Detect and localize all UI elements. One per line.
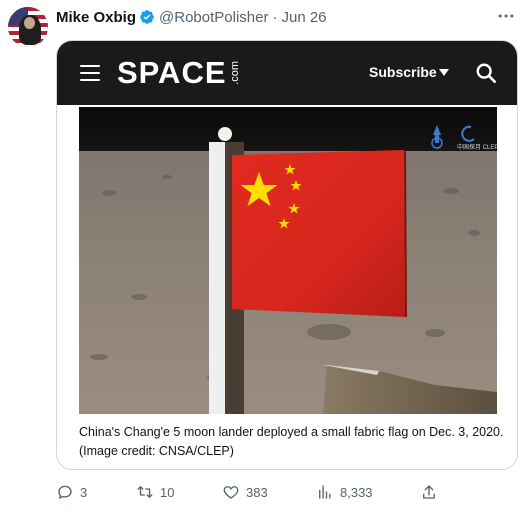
moon-flag-illustration: 中国探月 CLEP <box>79 107 497 414</box>
space-sky <box>79 107 497 151</box>
link-card[interactable]: SPACE .com Subscribe 中国探月 CLEP China's C… <box>56 40 518 470</box>
tweet: Mike Oxbig @RobotPolisher · Jun 26 SPACE… <box>0 0 530 517</box>
avatar-face <box>24 17 35 29</box>
avatar[interactable] <box>8 7 48 47</box>
repost-icon <box>137 486 153 498</box>
verified-badge-icon[interactable] <box>139 9 155 25</box>
like-icon <box>223 486 239 499</box>
tweet-header: Mike Oxbig @RobotPolisher · Jun 26 <box>56 8 327 26</box>
views-button[interactable]: 8,333 <box>316 483 373 501</box>
photo-caption: China's Chang'e 5 moon lander deployed a… <box>79 425 504 458</box>
tweet-date[interactable]: Jun 26 <box>281 9 326 26</box>
site-logo-suffix: .com <box>228 61 241 85</box>
author-handle[interactable]: @RobotPolisher <box>159 9 268 26</box>
repost-button[interactable]: 10 <box>136 483 174 501</box>
flag-pole <box>209 142 225 414</box>
reply-count: 3 <box>80 484 88 500</box>
author-name[interactable]: Mike Oxbig <box>56 9 136 26</box>
share-icon <box>423 485 435 499</box>
tweet-actions: 3 10 383 8,333 <box>56 482 456 502</box>
watermark-label: 中国探月 CLEP <box>457 143 497 151</box>
separator-dot: · <box>272 8 278 26</box>
like-button[interactable]: 383 <box>222 483 268 501</box>
views-icon <box>319 485 331 499</box>
more-icon[interactable] <box>496 6 516 26</box>
reply-button[interactable]: 3 <box>56 483 87 501</box>
like-count: 383 <box>246 484 268 500</box>
site-header-bar: SPACE .com Subscribe <box>57 41 517 105</box>
site-logo[interactable]: SPACE .com <box>117 55 241 91</box>
hamburger-icon[interactable] <box>80 65 100 81</box>
chevron-down-icon[interactable] <box>439 69 449 76</box>
views-count: 8,333 <box>340 484 373 500</box>
search-icon[interactable] <box>475 62 497 84</box>
article-photo[interactable]: 中国探月 CLEP <box>79 107 497 414</box>
reply-icon <box>58 485 72 499</box>
subscribe-button[interactable]: Subscribe <box>369 64 437 80</box>
share-button[interactable] <box>420 483 444 501</box>
site-logo-text: SPACE <box>117 55 227 90</box>
repost-count: 10 <box>160 484 175 500</box>
flag-pole-top <box>218 127 232 141</box>
